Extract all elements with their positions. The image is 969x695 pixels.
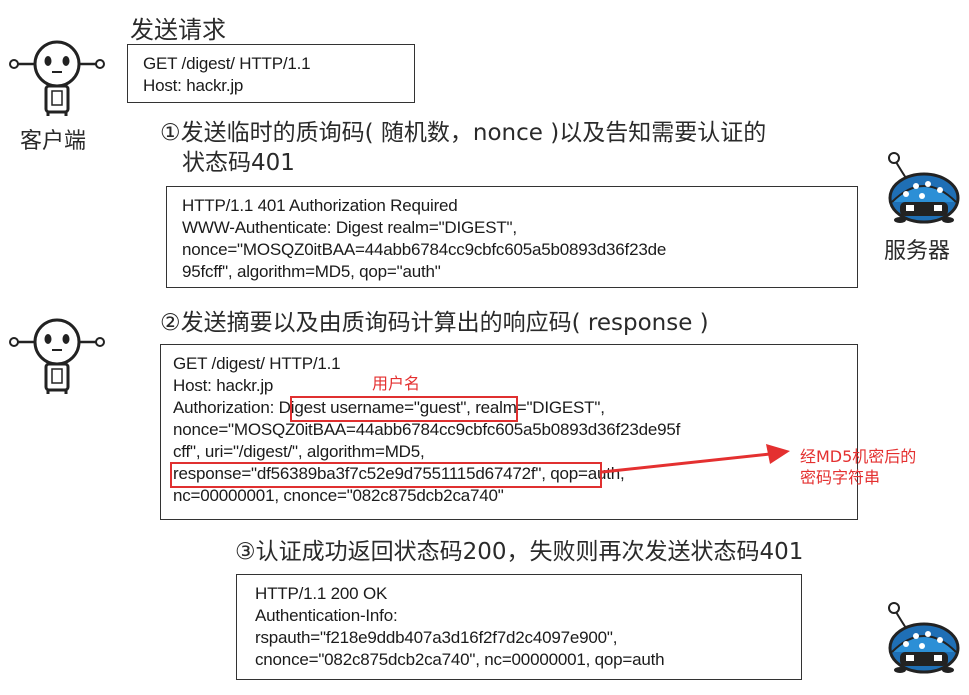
response2-line: HTTP/1.1 200 OK xyxy=(255,584,388,603)
server-robot-icon xyxy=(880,150,962,225)
response1-line: HTTP/1.1 401 Authorization Required xyxy=(182,196,458,215)
client-label: 客户端 xyxy=(20,129,87,154)
step1-text: ①发送临时的质询码( 随机数，nonce )以及告知需要认证的 xyxy=(160,120,767,146)
response2-box: HTTP/1.1 200 OK Authentication-Info: rsp… xyxy=(236,574,802,680)
request2-box: GET /digest/ HTTP/1.1 Host: hackr.jp Aut… xyxy=(160,344,858,520)
username-annotation: 用户名 xyxy=(372,374,421,393)
md5-annotation: 经MD5机密后的 密码字符串 xyxy=(800,446,916,488)
step1-text-cont: 状态码401 xyxy=(182,150,295,176)
response1-line: WWW-Authenticate: Digest realm="DIGEST", xyxy=(182,218,517,237)
step3-text: ③认证成功返回状态码200，失败则再次发送状态码401 xyxy=(235,539,804,565)
page-title: 发送请求 xyxy=(130,16,226,44)
request1-line: GET /digest/ HTTP/1.1 xyxy=(143,54,311,73)
response-highlight xyxy=(170,462,602,488)
response2-line: Authentication-Info: xyxy=(255,606,398,625)
request1-box: GET /digest/ HTTP/1.1 Host: hackr.jp xyxy=(127,44,415,103)
red-arrow-icon xyxy=(600,440,800,480)
request1-line: Host: hackr.jp xyxy=(143,76,244,95)
server-label: 服务器 xyxy=(884,239,951,264)
md5-annotation-line: 密码字符串 xyxy=(800,468,881,487)
request2-line: Host: hackr.jp xyxy=(173,376,274,395)
client-robot-icon xyxy=(8,316,106,394)
request2-line: GET /digest/ HTTP/1.1 xyxy=(173,354,341,373)
response1-box: HTTP/1.1 401 Authorization Required WWW-… xyxy=(166,186,858,288)
md5-annotation-line: 经MD5机密后的 xyxy=(800,447,917,466)
request2-line: nonce="MOSQZ0itBAA=44abb6784cc9cbfc605a5… xyxy=(173,420,681,439)
server-robot-icon xyxy=(880,600,962,675)
response1-line: nonce="MOSQZ0itBAA=44abb6784cc9cbfc605a5… xyxy=(182,240,667,259)
client-robot-icon xyxy=(8,38,106,116)
response2-line: rspauth="f218e9ddb407a3d16f2f7d2c4097e90… xyxy=(255,628,618,647)
username-highlight xyxy=(290,396,518,422)
response2-line: cnonce="082c875dcb2ca740", nc=00000001, … xyxy=(255,650,665,669)
request2-line: nc=00000001, cnonce="082c875dcb2ca740" xyxy=(173,486,504,505)
response1-line: 95fcff", algorithm=MD5, qop="auth" xyxy=(182,262,441,281)
step2-text: ②发送摘要以及由质询码计算出的响应码( response ) xyxy=(160,310,709,336)
